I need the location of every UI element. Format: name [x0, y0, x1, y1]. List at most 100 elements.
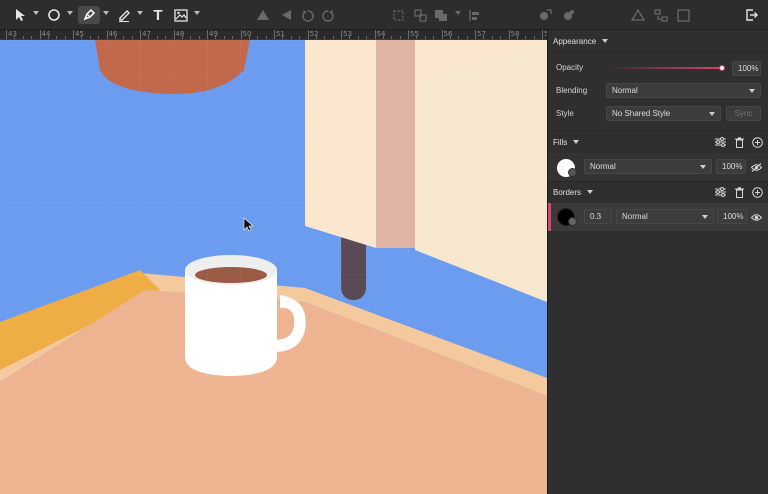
- boolean-dropdown-caret[interactable]: [455, 11, 461, 15]
- border-opacity-input[interactable]: 100%: [717, 209, 747, 224]
- oval-dropdown-caret[interactable]: [67, 11, 73, 15]
- pointer-tool-button[interactable]: [12, 6, 28, 24]
- view-button[interactable]: [676, 6, 690, 24]
- group-button[interactable]: [391, 6, 405, 24]
- blending-value: Normal: [612, 86, 638, 95]
- pointer-dropdown-caret[interactable]: [33, 11, 39, 15]
- ruler-tick: [441, 30, 443, 39]
- ruler-label: 50: [242, 30, 252, 38]
- ungroup-icon: [413, 8, 427, 22]
- ruler-minor-tick: [232, 36, 234, 39]
- ruler-tick: [173, 30, 175, 39]
- ruler-tick: [106, 30, 108, 39]
- ruler-minor-tick: [131, 36, 133, 39]
- pen-tool-button[interactable]: [78, 6, 100, 24]
- symbol-button[interactable]: [561, 6, 575, 24]
- border-row: 0.3 Normal 100%: [548, 203, 768, 231]
- fill-blend-select[interactable]: Normal: [584, 159, 712, 174]
- chevron-down-icon: [749, 89, 755, 93]
- ruler-minor-tick: [525, 36, 527, 39]
- ruler-minor-tick: [22, 36, 24, 39]
- rotate-left-button[interactable]: [300, 6, 314, 24]
- ruler-minor-tick: [64, 36, 66, 39]
- ruler-tick: [475, 30, 476, 39]
- flip-button[interactable]: [654, 6, 668, 24]
- pen-dropdown-caret[interactable]: [103, 11, 109, 15]
- ruler-minor-tick: [466, 36, 468, 39]
- ruler-label: 54: [376, 30, 386, 38]
- border-width-input[interactable]: 0.3: [584, 209, 612, 224]
- exit-button[interactable]: [744, 6, 760, 24]
- ruler-minor-tick: [198, 36, 200, 39]
- text-tool-button[interactable]: T: [150, 6, 166, 24]
- ruler-minor-tick: [299, 36, 301, 39]
- ruler-minor-tick: [14, 36, 16, 39]
- export-button[interactable]: [538, 6, 552, 24]
- blending-select[interactable]: Normal: [606, 83, 761, 98]
- ruler-tick: [374, 30, 376, 39]
- borders-options-button[interactable]: [714, 186, 726, 198]
- eyedropper-icon[interactable]: [568, 217, 577, 226]
- chevron-down-icon: [709, 112, 715, 116]
- eye-icon: [750, 213, 762, 221]
- pencil-dropdown-caret[interactable]: [137, 11, 143, 15]
- pencil-icon: [119, 10, 130, 22]
- canvas[interactable]: [0, 40, 547, 494]
- sync-button[interactable]: Sync: [726, 106, 761, 121]
- artwork: [0, 40, 547, 494]
- layers-icon: [631, 8, 645, 21]
- fills-delete-button[interactable]: [733, 136, 745, 148]
- align-button[interactable]: [467, 6, 481, 24]
- chevron-down-icon: [702, 215, 708, 219]
- pointer-icon: [16, 9, 25, 21]
- ruler-minor-tick: [382, 36, 384, 39]
- ruler-minor-tick: [533, 36, 535, 39]
- ruler-minor-tick: [357, 36, 359, 39]
- fill-blend-value: Normal: [590, 162, 616, 171]
- eyedropper-icon[interactable]: [568, 168, 577, 177]
- borders-add-button[interactable]: [751, 186, 763, 198]
- scale-button[interactable]: [279, 6, 293, 24]
- ruler-label: 56: [443, 30, 453, 38]
- ruler-minor-tick: [114, 36, 116, 39]
- mask-button[interactable]: [256, 6, 270, 24]
- image-tool-button[interactable]: [173, 6, 189, 24]
- borders-delete-button[interactable]: [733, 186, 745, 198]
- boolean-button[interactable]: [434, 6, 448, 24]
- toolbar: T: [0, 0, 768, 30]
- ruler-minor-tick: [391, 36, 393, 39]
- blending-label: Blending: [556, 86, 588, 95]
- fills-options-button[interactable]: [714, 136, 726, 148]
- ruler-minor-tick: [516, 36, 518, 39]
- divider: [548, 52, 768, 53]
- shared-style-select[interactable]: No Shared Style: [606, 106, 721, 121]
- ruler-minor-tick: [190, 36, 192, 39]
- opacity-slider-handle[interactable]: [719, 65, 725, 71]
- ungroup-button[interactable]: [413, 6, 427, 24]
- ruler-minor-tick: [424, 36, 426, 39]
- ruler-minor-tick: [257, 36, 259, 39]
- ruler-tick: [508, 30, 510, 39]
- opacity-input[interactable]: 100%: [732, 61, 761, 76]
- chevron-down-icon: [602, 39, 609, 43]
- pencil-tool-button[interactable]: [116, 6, 132, 24]
- symbol-icon: [564, 9, 574, 20]
- appearance-section-header[interactable]: Appearance: [548, 30, 768, 52]
- ruler-tick: [341, 30, 342, 39]
- opacity-slider-track[interactable]: [610, 67, 722, 69]
- boolean-icon: [435, 9, 447, 21]
- horizontal-ruler: 4344454647484950515253545556575859: [0, 30, 547, 40]
- rotate-right-button[interactable]: [321, 6, 335, 24]
- border-visibility-toggle[interactable]: [750, 211, 762, 223]
- image-dropdown-caret[interactable]: [194, 11, 200, 15]
- layers-button[interactable]: [631, 6, 645, 24]
- shared-style-value: No Shared Style: [612, 109, 671, 118]
- oval-tool-button[interactable]: [46, 6, 62, 24]
- border-blend-select[interactable]: Normal: [616, 209, 714, 224]
- fills-add-button[interactable]: [751, 136, 763, 148]
- fill-opacity-input[interactable]: 100%: [716, 159, 746, 174]
- flip-icon: [654, 8, 668, 22]
- fill-visibility-toggle[interactable]: [750, 161, 762, 173]
- ruler-minor-tick: [491, 36, 493, 39]
- trash-icon: [734, 186, 744, 198]
